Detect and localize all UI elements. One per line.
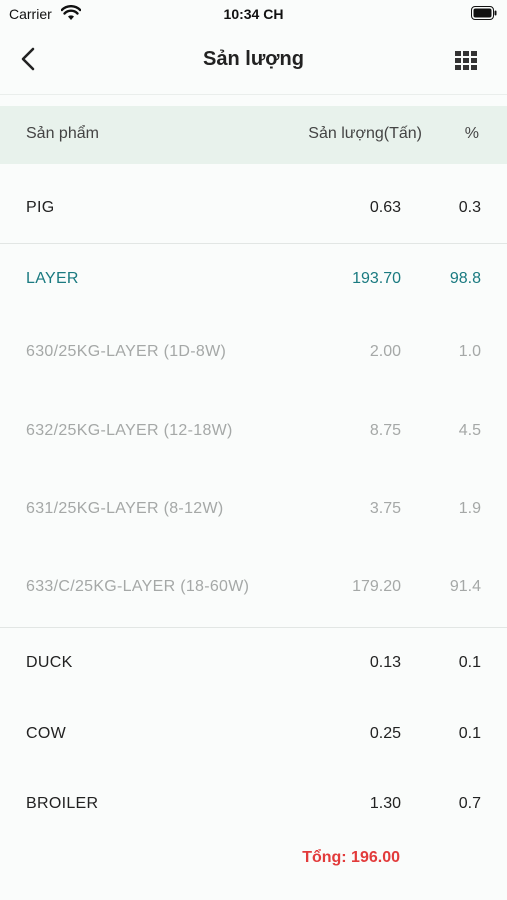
row-percent-value: 0.7 <box>458 795 481 812</box>
row-output-value: 179.20 <box>352 578 401 595</box>
row-product-name: LAYER <box>26 270 79 287</box>
row-output-value: 193.70 <box>352 270 401 287</box>
row-percent-value: 1.0 <box>458 343 481 360</box>
grid-icon <box>455 51 477 70</box>
navigation-bar: Sản lượng <box>0 30 507 95</box>
row-output-value: 0.25 <box>369 725 401 742</box>
row-percent-value: 1.9 <box>458 500 481 517</box>
total-label: Tổng: 196.00 <box>302 849 400 866</box>
table-header: Sản phẩm Sản lượng(Tấn) % <box>0 106 507 164</box>
row-output-value: 0.63 <box>369 199 401 216</box>
header-output: Sản lượng(Tấn) <box>308 125 422 142</box>
status-bar: Carrier 10:34 CH <box>0 0 507 30</box>
grid-view-button[interactable] <box>453 47 479 73</box>
row-product-name: PIG <box>26 199 55 216</box>
row-output-value: 1.30 <box>369 795 401 812</box>
row-output-value: 8.75 <box>369 422 401 439</box>
row-product-name: 630/25KG-LAYER (1D-8W) <box>26 343 227 360</box>
row-product-name: COW <box>26 725 67 742</box>
row-product-name: 633/C/25KG-LAYER (18-60W) <box>26 578 250 595</box>
row-percent-value: 4.5 <box>458 422 481 439</box>
row-product-name: BROILER <box>26 795 99 812</box>
row-percent-value: 91.4 <box>449 578 481 595</box>
row-output-value: 2.00 <box>369 343 401 360</box>
row-divider <box>0 243 507 244</box>
row-percent-value: 0.1 <box>458 654 481 671</box>
row-output-value: 3.75 <box>369 500 401 517</box>
page-title: Sản lượng <box>203 48 304 70</box>
row-percent-value: 0.1 <box>458 725 481 742</box>
row-percent-value: 98.8 <box>449 270 481 287</box>
row-product-name: DUCK <box>26 654 73 671</box>
row-percent-value: 0.3 <box>458 199 481 216</box>
status-time: 10:34 CH <box>223 6 284 22</box>
battery-icon <box>471 6 497 20</box>
row-product-name: 632/25KG-LAYER (12-18W) <box>26 422 233 439</box>
row-divider <box>0 627 507 628</box>
header-product: Sản phẩm <box>26 125 99 142</box>
header-percent: % <box>464 125 479 142</box>
row-product-name: 631/25KG-LAYER (8-12W) <box>26 500 224 517</box>
row-output-value: 0.13 <box>369 654 401 671</box>
